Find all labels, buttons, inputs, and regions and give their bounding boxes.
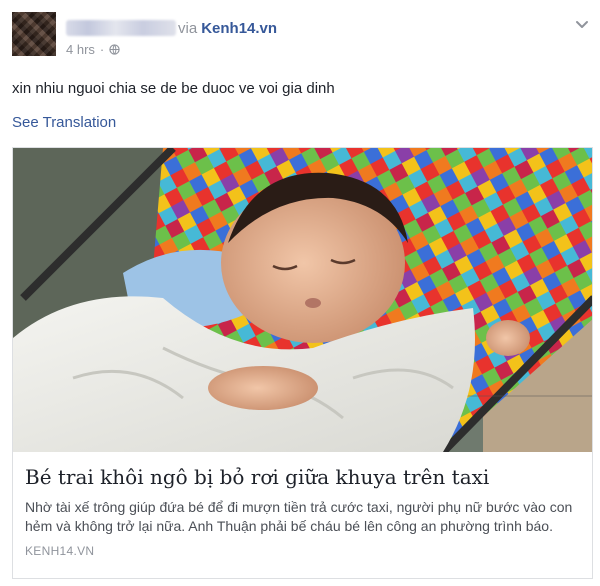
facebook-post: via Kenh14.vn 4 hrs · xin nhiu nguoi chi… [0,0,600,586]
article-description: Nhờ tài xế trông giúp đứa bé để đi mượn … [25,499,573,534]
post-meta: 4 hrs · [66,42,120,57]
globe-icon[interactable] [109,44,120,55]
article-domain: KENH14.VN [25,544,95,558]
avatar[interactable] [12,12,56,56]
chevron-down-icon[interactable] [574,16,590,32]
via-label: via [178,19,198,37]
see-translation-link[interactable]: See Translation [12,114,116,131]
photo-sleeping-baby[interactable] [13,148,592,452]
link-preview-card[interactable]: Bé trai khôi ngô bị bỏ rơi giữa khuya tr… [12,147,593,579]
post-header: via Kenh14.vn [66,18,277,38]
timestamp[interactable]: 4 hrs [66,42,95,57]
source-page-link[interactable]: Kenh14.vn [201,20,277,37]
post-message: xin nhiu nguoi chia se de be duoc ve voi… [12,80,335,97]
article-title[interactable]: Bé trai khôi ngô bị bỏ rơi giữa khuya tr… [25,464,582,490]
author-name-redacted[interactable] [66,20,176,36]
link-card-body: Bé trai khôi ngô bị bỏ rơi giữa khuya tr… [13,452,592,558]
meta-separator: · [99,42,105,57]
